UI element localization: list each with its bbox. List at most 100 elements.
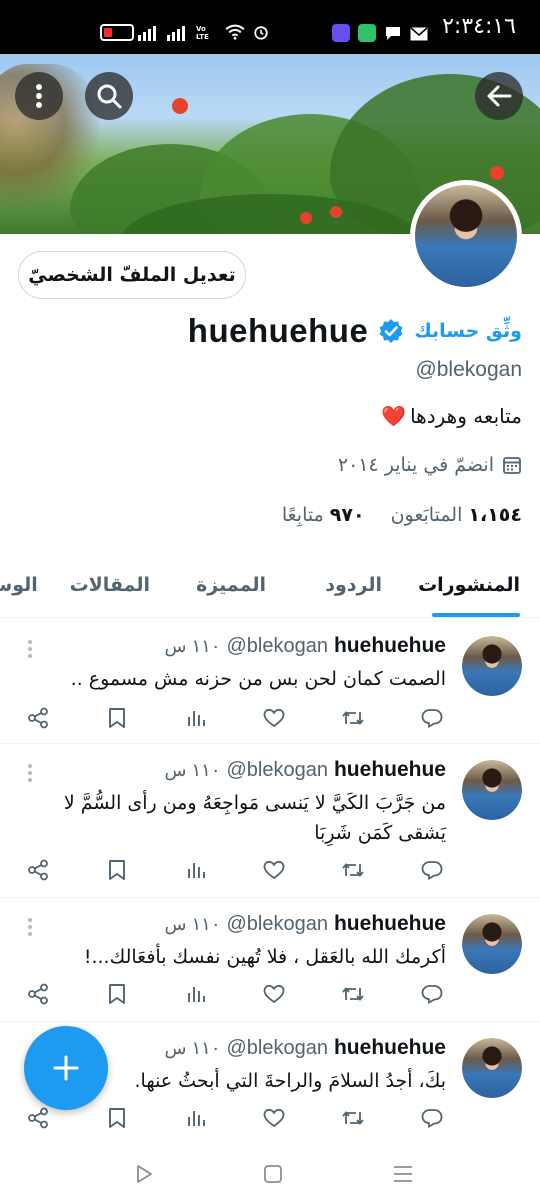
like-icon <box>263 984 285 1004</box>
reply-button[interactable] <box>418 1104 446 1132</box>
tweet-author-name[interactable]: huehuehue <box>334 1036 446 1060</box>
share-button[interactable] <box>24 704 52 732</box>
chat-bubble-icon <box>386 27 400 40</box>
share-button[interactable] <box>24 980 52 1008</box>
tab-media[interactable]: الوس <box>0 574 38 596</box>
following-label: متابِعًا <box>281 504 324 526</box>
tweet-avatar[interactable] <box>462 760 522 820</box>
share-button[interactable] <box>24 856 52 884</box>
back-triangle-icon <box>137 1165 152 1183</box>
search-button[interactable] <box>85 72 133 120</box>
views-button[interactable] <box>182 1104 210 1132</box>
followers-stat[interactable]: ١،١٥٤ المتابَعون <box>391 504 522 526</box>
bookmark-button[interactable] <box>103 1104 131 1132</box>
followers-label: المتابَعون <box>390 504 463 526</box>
tweet-more-icon[interactable] <box>24 640 36 660</box>
tweet-more-icon[interactable] <box>24 764 36 784</box>
reply-button[interactable] <box>418 980 446 1008</box>
bookmark-icon <box>108 1108 125 1128</box>
tweet-header: huehuehue @blekogan ١١٠ س <box>165 634 447 658</box>
views-icon <box>187 1111 205 1126</box>
tweet[interactable]: huehuehue @blekogan ١١٠ س الصمت كمان لحن… <box>0 622 540 744</box>
profile-bio: متابعه وهردها ❤️ <box>381 404 522 428</box>
tweet[interactable]: huehuehue @blekogan ١١٠ س أكرمك الله بال… <box>0 900 540 1022</box>
display-name: huehuehue <box>187 312 369 349</box>
like-button[interactable] <box>260 1104 288 1132</box>
reply-button[interactable] <box>418 704 446 732</box>
tweet-avatar[interactable] <box>462 636 522 696</box>
tweet-more-icon[interactable] <box>24 918 36 938</box>
tweet-time: ١١٠ س <box>164 1038 221 1058</box>
volte-label: Vo LTE <box>196 25 209 41</box>
back-arrow-icon <box>487 85 512 107</box>
tab-articles[interactable]: المقالات <box>70 574 150 596</box>
compose-button[interactable] <box>24 1026 108 1110</box>
joined-date: انضمّ في يناير ٢٠١٤ <box>338 454 522 476</box>
avatar-image <box>462 636 522 696</box>
tweet-time: ١١٠ س <box>164 914 221 934</box>
reply-icon <box>421 985 443 1004</box>
signal-icon <box>138 25 156 41</box>
tweet-avatar[interactable] <box>462 914 522 974</box>
views-button[interactable] <box>182 856 210 884</box>
tab-highlights[interactable]: المميزة <box>196 574 266 596</box>
like-icon <box>263 708 285 728</box>
search-icon <box>97 84 122 109</box>
reply-icon <box>421 861 443 880</box>
avatar-image <box>462 760 522 820</box>
wifi-icon <box>225 24 245 40</box>
edit-profile-button[interactable]: تعديل الملفّ الشخصيّ <box>18 251 246 299</box>
like-button[interactable] <box>260 980 288 1008</box>
tweet-author-name[interactable]: huehuehue <box>334 634 446 658</box>
retweet-button[interactable] <box>339 980 367 1008</box>
status-time: ٢:٣٤:١٦ <box>442 14 516 39</box>
tweet-text: أكرمك الله بالعَقل ، فلا تُهين نفسك بأفع… <box>83 946 446 968</box>
tweet-author-handle: @blekogan <box>226 1037 328 1059</box>
tweet-author-name[interactable]: huehuehue <box>334 758 446 782</box>
tweet-avatar[interactable] <box>462 1038 522 1098</box>
reply-button[interactable] <box>418 856 446 884</box>
bookmark-button[interactable] <box>103 980 131 1008</box>
tab-posts[interactable]: المنشورات <box>418 574 520 596</box>
alarm-icon <box>254 26 268 40</box>
views-icon <box>187 711 205 726</box>
banner-flower <box>172 98 188 114</box>
followers-count: ١،١٥٤ <box>468 504 522 526</box>
verified-badge-icon[interactable] <box>378 318 404 344</box>
like-icon <box>263 860 285 880</box>
banner-flower <box>300 212 312 224</box>
tweet-author-handle: @blekogan <box>226 635 328 657</box>
tweet-author-name[interactable]: huehuehue <box>334 912 446 936</box>
like-button[interactable] <box>260 856 288 884</box>
views-icon <box>187 863 205 878</box>
banner-flower <box>490 166 504 180</box>
tweet-header: huehuehue @blekogan ١١٠ س <box>165 912 447 936</box>
battery-icon <box>100 24 134 41</box>
back-button[interactable] <box>475 72 523 120</box>
tweet[interactable]: huehuehue @blekogan ١١٠ س من جَرَّبَ الك… <box>0 746 540 898</box>
system-home-button[interactable] <box>259 1160 287 1188</box>
tab-replies[interactable]: الردود <box>325 574 382 596</box>
avatar-image <box>462 1038 522 1098</box>
share-button[interactable] <box>24 1104 52 1132</box>
retweet-icon <box>342 1111 364 1125</box>
share-icon <box>28 983 48 1005</box>
system-recents-button[interactable] <box>389 1160 417 1188</box>
retweet-button[interactable] <box>339 1104 367 1132</box>
retweet-button[interactable] <box>339 704 367 732</box>
more-options-button[interactable] <box>15 72 63 120</box>
retweet-button[interactable] <box>339 856 367 884</box>
tweet-actions <box>24 980 446 1008</box>
share-icon <box>28 1107 48 1129</box>
views-button[interactable] <box>182 704 210 732</box>
profile-avatar[interactable] <box>410 180 522 292</box>
bookmark-button[interactable] <box>103 856 131 884</box>
views-button[interactable] <box>182 980 210 1008</box>
retweet-icon <box>342 863 364 877</box>
system-back-button[interactable] <box>130 1160 158 1188</box>
verify-account-link[interactable]: وثِّق حسابك <box>414 320 522 342</box>
like-button[interactable] <box>260 704 288 732</box>
following-stat[interactable]: ٩٧٠ متابِعًا <box>282 504 365 526</box>
bookmark-button[interactable] <box>103 704 131 732</box>
system-navigation-bar <box>0 1148 540 1200</box>
